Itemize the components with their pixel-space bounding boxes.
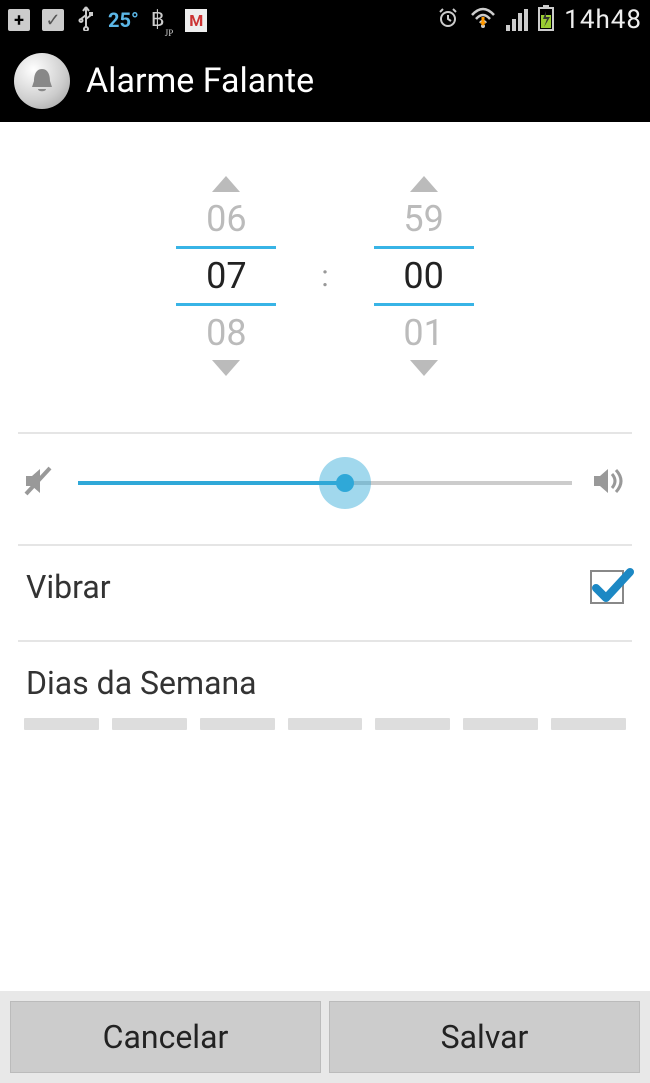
battery-icon [538, 5, 554, 35]
day-toggle[interactable] [375, 718, 450, 730]
cancel-button[interactable]: Cancelar [10, 1001, 321, 1073]
signal-icon [506, 9, 528, 31]
clock-text: 14h48 [564, 5, 642, 35]
time-colon: : [321, 259, 328, 294]
wifi-icon [470, 7, 496, 33]
day-toggle[interactable] [200, 718, 275, 730]
days-row[interactable]: Dias da Semana [0, 642, 650, 712]
hour-current[interactable]: 07 [176, 246, 276, 306]
app-icon [14, 53, 70, 109]
day-toggle[interactable] [288, 718, 363, 730]
vibrate-checkbox[interactable] [590, 570, 624, 604]
hour-up-icon[interactable] [212, 152, 240, 192]
hour-next: 08 [176, 306, 276, 360]
days-label: Dias da Semana [26, 664, 257, 702]
slider-fill [78, 481, 345, 485]
hour-spinner[interactable]: 06 07 08 [161, 152, 291, 400]
day-toggle[interactable] [551, 718, 626, 730]
minute-next: 01 [374, 306, 474, 360]
save-button[interactable]: Salvar [329, 1001, 640, 1073]
minute-current[interactable]: 00 [374, 246, 474, 306]
hour-down-icon[interactable] [212, 360, 240, 400]
footer-bar: Cancelar Salvar [0, 991, 650, 1083]
vibrate-row[interactable]: Vibrar [0, 546, 650, 628]
minute-up-icon[interactable] [410, 152, 438, 192]
currency-icon: ฿JP [151, 6, 174, 33]
usb-icon [76, 5, 96, 36]
minute-spinner[interactable]: 59 00 01 [359, 152, 489, 400]
minute-prev: 59 [374, 192, 474, 246]
day-toggle[interactable] [463, 718, 538, 730]
speaker-icon [590, 462, 630, 504]
status-bar: + ✓ 25° ฿JP M 14h48 [0, 0, 650, 40]
plus-icon: + [8, 9, 30, 31]
checkmark-icon [590, 566, 634, 610]
time-picker: 06 07 08 : 59 00 01 [0, 122, 650, 420]
volume-slider[interactable] [78, 481, 572, 485]
volume-row [0, 434, 650, 532]
action-bar: Alarme Falante [0, 40, 650, 122]
days-selector[interactable] [0, 712, 650, 730]
mute-icon [20, 462, 60, 504]
mail-icon: M [185, 9, 207, 32]
slider-thumb[interactable] [336, 474, 354, 492]
content-area: 06 07 08 : 59 00 01 Vibrar [0, 122, 650, 991]
day-toggle[interactable] [24, 718, 99, 730]
vibrate-label: Vibrar [26, 568, 111, 606]
hour-prev: 06 [176, 192, 276, 246]
minute-down-icon[interactable] [410, 360, 438, 400]
alarm-icon [436, 7, 460, 34]
check-icon: ✓ [42, 9, 64, 31]
temperature-indicator: 25° [108, 8, 139, 32]
day-toggle[interactable] [112, 718, 187, 730]
app-title: Alarme Falante [86, 61, 314, 101]
